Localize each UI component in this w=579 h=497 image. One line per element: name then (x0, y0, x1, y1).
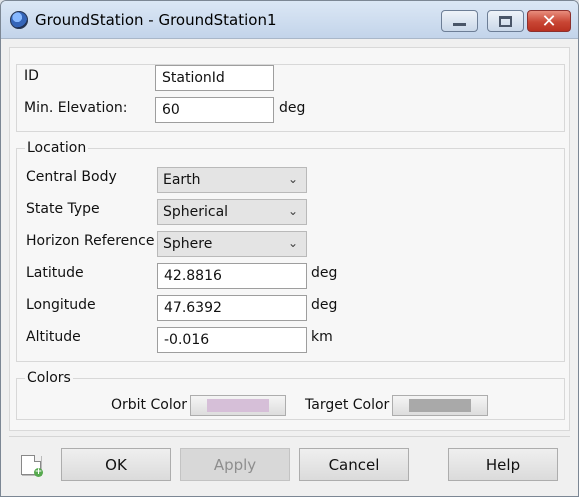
groundstation-dialog: GroundStation - GroundStation1 ✕ ID Stat… (0, 0, 579, 497)
close-icon: ✕ (541, 10, 557, 32)
id-input[interactable]: StationId (155, 65, 274, 91)
new-document-icon[interactable]: + (21, 455, 43, 477)
latitude-label: Latitude (26, 265, 84, 281)
location-section-title: Location (25, 140, 89, 156)
min-elevation-label: Min. Elevation: (24, 100, 128, 116)
orbit-color-label: Orbit Color (111, 397, 188, 413)
minimize-button[interactable] (441, 10, 478, 32)
central-body-label: Central Body (26, 169, 117, 185)
state-type-value: Spherical (163, 204, 229, 220)
horizon-reference-value: Sphere (163, 236, 213, 252)
chevron-down-icon: ⌄ (287, 236, 298, 250)
help-button[interactable]: Help (448, 448, 558, 481)
dialog-content: ID StationId Min. Elevation: 60 deg Loca… (9, 47, 570, 431)
latitude-input[interactable]: 42.8816 (157, 263, 307, 289)
state-type-label: State Type (26, 201, 100, 217)
altitude-input[interactable]: -0.016 (157, 327, 307, 353)
longitude-input[interactable]: 47.6392 (157, 295, 307, 321)
cancel-button[interactable]: Cancel (299, 448, 409, 481)
title-bar: GroundStation - GroundStation1 ✕ (1, 1, 578, 39)
maximize-icon (499, 15, 512, 27)
dialog-footer: + OK Apply Cancel Help (9, 436, 570, 491)
app-globe-icon (10, 11, 28, 29)
maximize-button[interactable] (487, 10, 524, 32)
altitude-label: Altitude (26, 329, 81, 345)
add-icon: + (34, 467, 43, 477)
horizon-reference-select[interactable]: Sphere ⌄ (157, 231, 307, 257)
state-type-select[interactable]: Spherical ⌄ (157, 199, 307, 225)
horizon-reference-label: Horizon Reference (26, 233, 155, 249)
longitude-unit: deg (311, 297, 338, 313)
colors-section-title: Colors (25, 370, 73, 386)
minimize-icon (453, 23, 466, 26)
close-button[interactable]: ✕ (527, 10, 571, 32)
orbit-color-swatch (207, 399, 269, 412)
orbit-color-button[interactable] (190, 395, 286, 416)
altitude-unit: km (311, 329, 333, 345)
chevron-down-icon: ⌄ (287, 172, 298, 186)
target-color-swatch (409, 399, 471, 412)
central-body-value: Earth (163, 172, 201, 188)
window-title: GroundStation - GroundStation1 (35, 11, 277, 29)
central-body-select[interactable]: Earth ⌄ (157, 167, 307, 193)
apply-button[interactable]: Apply (180, 448, 290, 481)
min-elevation-input[interactable]: 60 (155, 97, 274, 123)
id-label: ID (24, 68, 39, 84)
target-color-label: Target Color (305, 397, 390, 413)
ok-button[interactable]: OK (61, 448, 171, 481)
target-color-button[interactable] (392, 395, 488, 416)
latitude-unit: deg (311, 265, 338, 281)
id-panel (16, 64, 565, 132)
longitude-label: Longitude (26, 297, 96, 313)
min-elevation-unit: deg (279, 100, 306, 116)
chevron-down-icon: ⌄ (287, 204, 298, 218)
